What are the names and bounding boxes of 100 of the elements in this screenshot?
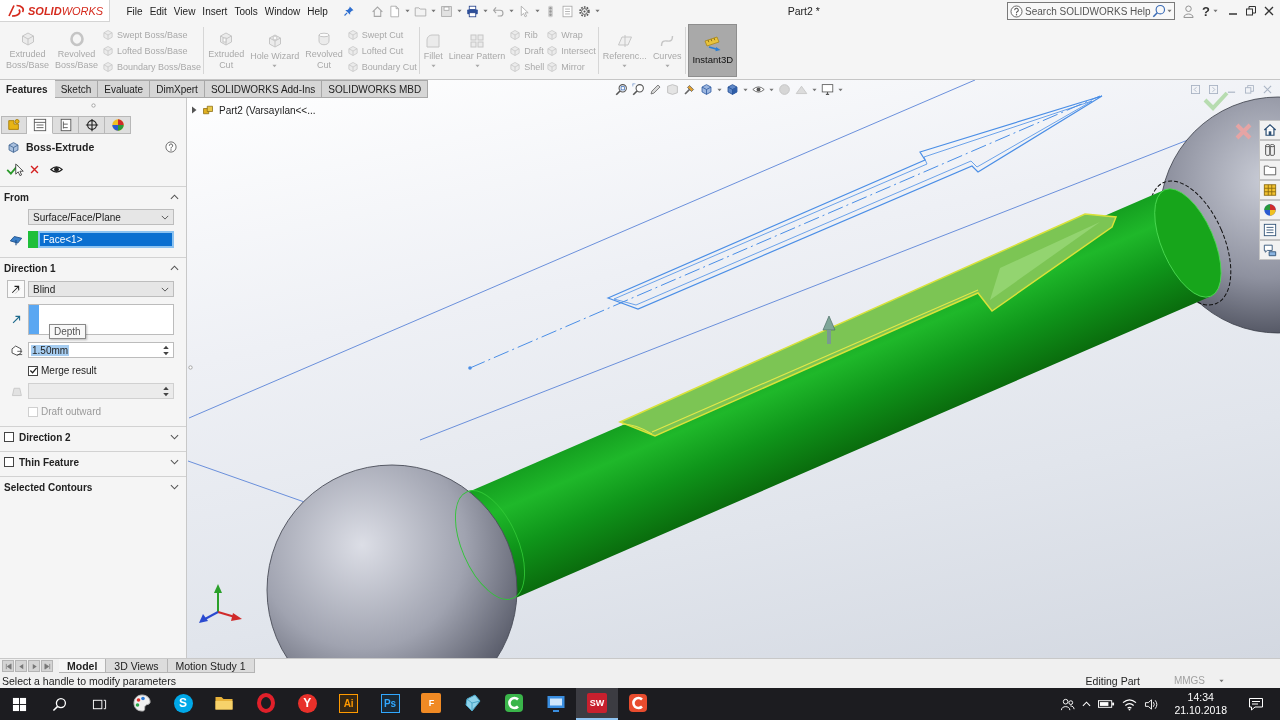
chevron-down-icon[interactable] <box>170 484 179 490</box>
menu-item[interactable]: Edit <box>146 5 171 17</box>
model-tab[interactable]: 3D Views <box>106 659 168 673</box>
clock-time[interactable]: 14:34 <box>1187 691 1214 704</box>
nav-button[interactable] <box>41 660 53 672</box>
panel-tab[interactable] <box>105 116 131 134</box>
check-icon[interactable] <box>1203 91 1229 111</box>
taskbar-button[interactable]: Ai <box>327 688 370 720</box>
model-tab[interactable]: Model <box>59 659 107 673</box>
section-title[interactable]: Thin Feature <box>19 456 79 468</box>
help-button[interactable]: ? <box>1202 3 1210 19</box>
taskbar-button[interactable]: Y <box>286 688 328 720</box>
command-tab[interactable]: Sketch <box>54 80 99 98</box>
command-tab[interactable]: SOLIDWORKS Add-Ins <box>204 80 323 98</box>
model-tab[interactable]: Motion Study 1 <box>167 659 255 673</box>
task-pane-tab[interactable] <box>1259 240 1280 260</box>
nav-button[interactable] <box>28 660 40 672</box>
spin-arrows-icon[interactable] <box>162 343 170 357</box>
dropdown[interactable]: Blind <box>28 281 174 297</box>
caret-icon[interactable] <box>509 9 515 13</box>
battery-icon[interactable] <box>1098 699 1116 709</box>
chevron-down-icon[interactable] <box>170 434 179 440</box>
ribbon-button[interactable]: Instant3D <box>688 24 738 77</box>
wifi-icon[interactable] <box>1122 697 1138 711</box>
task-pane-tab[interactable] <box>1259 140 1280 160</box>
caret-icon[interactable] <box>535 9 541 13</box>
magnifier-icon[interactable] <box>632 83 645 96</box>
panel-tab[interactable] <box>79 116 105 134</box>
restore-icon[interactable] <box>1246 6 1256 16</box>
caret-icon[interactable] <box>483 9 489 13</box>
caret-icon[interactable] <box>743 87 748 92</box>
caret-icon[interactable] <box>838 87 843 92</box>
checkbox[interactable] <box>4 432 14 442</box>
selection-field[interactable]: Face<1> <box>38 231 174 248</box>
task-pane-tab[interactable] <box>1259 120 1280 140</box>
section-title[interactable]: From <box>4 191 29 203</box>
menu-item[interactable]: Tools <box>230 5 262 17</box>
dot-icon[interactable] <box>188 365 193 370</box>
dropdown[interactable]: Surface/Face/Plane <box>28 209 174 225</box>
close-icon[interactable] <box>1264 6 1274 16</box>
section-title[interactable]: Direction 2 <box>19 431 71 443</box>
caret-icon[interactable] <box>812 87 817 92</box>
reverse-direction-button[interactable] <box>7 280 25 298</box>
command-tab[interactable]: Evaluate <box>98 80 151 98</box>
caret-icon[interactable] <box>595 9 601 13</box>
extrusion-preview[interactable] <box>618 213 1118 437</box>
caret-icon[interactable] <box>1213 9 1218 13</box>
caret-icon[interactable] <box>431 9 437 13</box>
section-title[interactable]: Direction 1 <box>4 262 56 274</box>
caret-icon[interactable] <box>457 9 463 13</box>
nav-button[interactable] <box>2 660 14 672</box>
cube-icon[interactable] <box>700 83 713 96</box>
monitor-icon[interactable] <box>821 83 834 96</box>
dot-icon[interactable] <box>90 102 96 108</box>
menu-item[interactable]: File <box>123 5 147 17</box>
help-icon[interactable] <box>165 141 177 153</box>
task-pane-tab[interactable] <box>1259 220 1280 240</box>
taskbar-button[interactable]: Ps <box>369 688 411 720</box>
caret-right-icon[interactable] <box>191 106 197 114</box>
speaker-icon[interactable] <box>1144 697 1160 711</box>
task-pane-tab[interactable] <box>1259 160 1280 180</box>
search-field[interactable]: Search SOLIDWORKS Help <box>1007 2 1176 20</box>
chevron-down-icon[interactable] <box>170 459 179 465</box>
caret-icon[interactable] <box>717 87 722 92</box>
pencil-icon[interactable] <box>649 83 662 96</box>
caret-icon[interactable] <box>405 9 411 13</box>
section-title[interactable]: Selected Contours <box>4 481 93 493</box>
arrow-handle-icon[interactable] <box>822 315 836 344</box>
number-field[interactable]: 1.50mm <box>28 342 174 358</box>
printer-icon[interactable] <box>466 4 480 18</box>
caret-icon[interactable] <box>769 87 774 92</box>
pushpin-icon[interactable] <box>343 5 356 17</box>
eye-icon[interactable] <box>752 83 765 96</box>
menu-item[interactable]: Window <box>261 5 304 17</box>
tree-item[interactable]: Part2 (Varsayılan<<... <box>219 104 316 116</box>
logo-tile[interactable]: SOLIDWORKS <box>0 0 110 22</box>
people-icon[interactable] <box>1060 696 1076 712</box>
settings-icon[interactable] <box>578 4 592 18</box>
user-icon[interactable] <box>1183 4 1195 18</box>
search-icon[interactable] <box>1152 4 1167 18</box>
notification-icon[interactable] <box>1248 696 1264 712</box>
caret-icon[interactable] <box>1219 678 1224 683</box>
checkbox[interactable] <box>28 365 38 376</box>
magnifier-icon[interactable] <box>615 83 628 96</box>
checkbox[interactable] <box>4 457 14 467</box>
caret-icon[interactable] <box>1167 9 1173 13</box>
task-pane-tab[interactable] <box>1259 180 1280 200</box>
menu-item[interactable]: Insert <box>198 5 231 17</box>
cube-icon[interactable] <box>726 83 739 96</box>
task-pane-tab[interactable] <box>1259 200 1280 220</box>
menu-item[interactable]: View <box>170 5 199 17</box>
menu-item[interactable]: Help <box>303 5 332 17</box>
command-tab[interactable]: SOLIDWORKS MBD <box>322 80 429 98</box>
clock-date[interactable]: 21.10.2018 <box>1174 704 1227 717</box>
command-tab[interactable]: DimXpert <box>150 80 205 98</box>
selection-field[interactable] <box>28 304 174 335</box>
taskbar-button[interactable]: SW <box>576 688 618 720</box>
hammer-icon[interactable] <box>683 83 696 96</box>
nav-button[interactable] <box>15 660 27 672</box>
undo-icon[interactable] <box>492 4 506 18</box>
